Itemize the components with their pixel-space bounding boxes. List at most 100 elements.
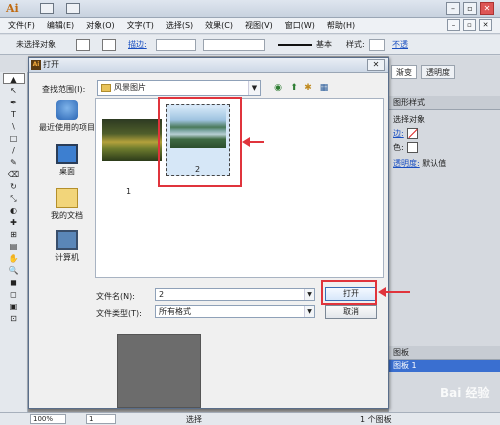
watermark: Bai 经验: [440, 386, 490, 400]
appearance-opacity-row[interactable]: 透明度: 默认值: [393, 158, 446, 169]
appearance-fill-row[interactable]: 色:: [393, 142, 418, 153]
appearance-opacity-value: 默认值: [422, 159, 447, 168]
stroke-swatch[interactable]: [102, 39, 116, 51]
stroke-color-icon[interactable]: ◻: [3, 289, 25, 300]
line-tool-icon[interactable]: \: [3, 121, 25, 132]
rotate-tool-icon[interactable]: ↻: [3, 181, 25, 192]
annotation-arrow-file: [242, 137, 264, 147]
place-recent[interactable]: 最近使用的项目: [37, 100, 97, 133]
rectangle-tool-icon[interactable]: □: [3, 133, 25, 144]
restore-button[interactable]: ▫: [463, 2, 477, 15]
menu-type[interactable]: 文字(T): [127, 20, 154, 31]
drawing-mode-icon[interactable]: ▣: [3, 301, 25, 312]
dialog-close-button[interactable]: ✕: [367, 59, 385, 71]
views-menu-icon[interactable]: ▦: [317, 81, 331, 95]
screen-mode-icon[interactable]: ⊡: [3, 313, 25, 324]
doc-minimize-button[interactable]: –: [447, 19, 460, 31]
selection-tool-icon[interactable]: ▲: [2, 73, 25, 84]
up-folder-icon[interactable]: ⬆: [287, 81, 301, 95]
window-controls: – ▫ ✕: [446, 2, 494, 15]
right-panel-dock: 渐变 透明度 图形样式 选择对象 边: 色: 透明度: 默认值 图板 图板 1: [388, 56, 500, 412]
stroke-none-swatch[interactable]: [406, 128, 418, 139]
place-computer[interactable]: 计算机: [37, 230, 97, 263]
hand-tool-icon[interactable]: ✋: [3, 253, 25, 264]
look-in-value: 风景图片: [114, 83, 146, 92]
variable-width-field[interactable]: [203, 39, 265, 51]
graphic-style-picker[interactable]: [369, 39, 385, 51]
annotation-arrow-open: [378, 287, 410, 297]
fill-swatch[interactable]: [76, 39, 90, 51]
pen-tool-icon[interactable]: ✒: [3, 97, 25, 108]
look-in-dropdown[interactable]: 风景图片 ▼: [97, 80, 261, 96]
eraser-tool-icon[interactable]: ⌫: [3, 169, 25, 180]
zoom-level-field[interactable]: 100%: [30, 414, 66, 424]
new-folder-icon[interactable]: ✱: [301, 81, 315, 95]
chevron-down-icon[interactable]: ▼: [248, 81, 260, 95]
place-documents[interactable]: 我的文档: [37, 188, 97, 221]
places-bar: 最近使用的项目 桌面 我的文档 计算机: [37, 100, 97, 360]
menu-help[interactable]: 帮助(H): [327, 20, 355, 31]
bridge-icon[interactable]: [40, 3, 54, 14]
preview-pane: [117, 334, 201, 408]
filename-value: 2: [159, 290, 165, 299]
graph-tool-icon[interactable]: ▤: [3, 241, 25, 252]
chevron-down-icon[interactable]: ▼: [304, 289, 314, 300]
menu-select[interactable]: 选择(S): [166, 20, 193, 31]
blend-tool-icon[interactable]: ◐: [3, 205, 25, 216]
dialog-app-icon: Ai: [31, 60, 41, 70]
fill-white-swatch[interactable]: [406, 142, 418, 153]
fill-color-icon[interactable]: ◼: [3, 277, 25, 288]
artboard-number-field[interactable]: 1: [86, 414, 116, 424]
status-bar: 100% 1 选择 1 个图板: [0, 412, 500, 425]
file-item-1[interactable]: 1: [96, 99, 166, 199]
mesh-tool-icon[interactable]: ⊞: [3, 229, 25, 240]
file-label-1: 1: [126, 187, 132, 196]
minimize-button[interactable]: –: [446, 2, 460, 15]
doc-restore-button[interactable]: ▫: [463, 19, 476, 31]
direct-selection-tool-icon[interactable]: ↖: [3, 85, 25, 96]
graphic-styles-panel-title[interactable]: 图形样式: [389, 96, 500, 110]
file-thumbnail-1: [102, 119, 162, 161]
artboards-panel-title[interactable]: 图板: [389, 346, 500, 360]
menu-edit[interactable]: 编辑(E): [47, 20, 74, 31]
stroke-weight-field[interactable]: [156, 39, 196, 51]
appearance-opacity-label[interactable]: 透明度:: [393, 159, 420, 168]
menu-window[interactable]: 窗口(W): [285, 20, 315, 31]
filetype-select[interactable]: 所有格式 ▼: [155, 305, 315, 318]
opacity-link[interactable]: 不透: [392, 39, 408, 50]
close-button[interactable]: ✕: [480, 2, 494, 15]
recent-icon: [56, 100, 78, 120]
tab-gradient[interactable]: 渐变: [391, 65, 417, 79]
type-tool-icon[interactable]: T: [3, 109, 25, 120]
place-desktop[interactable]: 桌面: [37, 144, 97, 177]
menu-object[interactable]: 对象(O): [86, 20, 115, 31]
symbol-sprayer-tool-icon[interactable]: ✚: [3, 217, 25, 228]
cancel-button[interactable]: 取消: [325, 305, 377, 319]
pencil-tool-icon[interactable]: ✎: [3, 157, 25, 168]
artboard-row[interactable]: 图板 1: [389, 360, 500, 372]
stroke-label[interactable]: 描边:: [128, 39, 147, 50]
arrange-documents-icon[interactable]: [66, 3, 80, 14]
paintbrush-tool-icon[interactable]: /: [3, 145, 25, 156]
menu-view[interactable]: 视图(V): [245, 20, 273, 31]
app-title-bar: Ai – ▫ ✕: [0, 0, 500, 18]
doc-close-button[interactable]: ✕: [479, 19, 492, 31]
filename-input[interactable]: 2 ▼: [155, 288, 315, 301]
tools-panel: ▲ ↖ ✒ T \ □ / ✎ ⌫ ↻ ⤡ ◐ ✚ ⊞ ▤ ✋ 🔍 ◼ ◻ ▣ …: [0, 72, 28, 412]
tab-transparency[interactable]: 透明度: [421, 65, 455, 79]
back-icon[interactable]: ◉: [271, 81, 285, 95]
place-label: 我的文档: [51, 211, 83, 220]
appearance-stroke-row[interactable]: 边:: [393, 128, 418, 139]
filetype-value: 所有格式: [159, 307, 191, 316]
menu-effect[interactable]: 效果(C): [205, 20, 233, 31]
menu-bar: 文件(F) 编辑(E) 对象(O) 文字(T) 选择(S) 效果(C) 视图(V…: [0, 18, 500, 34]
zoom-tool-icon[interactable]: 🔍: [3, 265, 25, 276]
appearance-stroke-label[interactable]: 边:: [393, 129, 404, 138]
style-label: 样式:: [346, 40, 365, 49]
documents-icon: [56, 188, 78, 208]
chevron-down-icon[interactable]: ▼: [304, 306, 314, 317]
filetype-label: 文件类型(T):: [96, 309, 142, 318]
scale-tool-icon[interactable]: ⤡: [3, 193, 25, 204]
menu-file[interactable]: 文件(F): [8, 20, 35, 31]
brush-definition[interactable]: 基本: [316, 39, 332, 50]
